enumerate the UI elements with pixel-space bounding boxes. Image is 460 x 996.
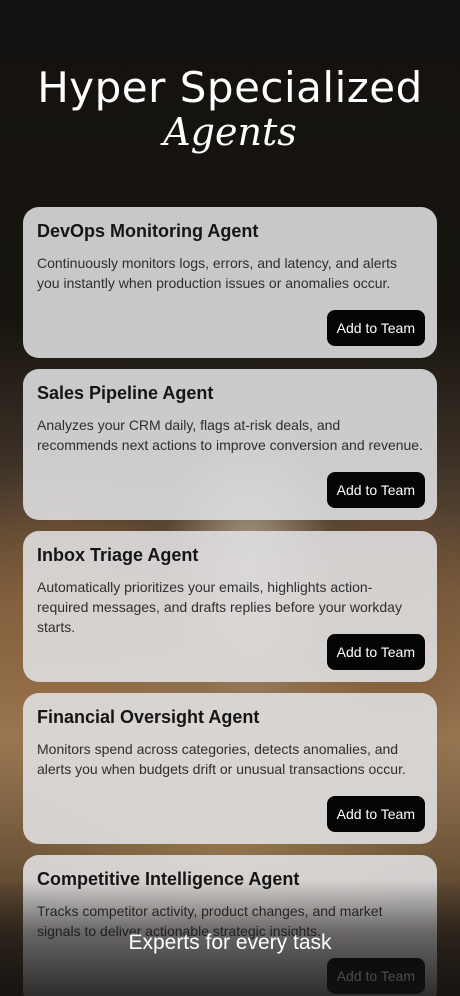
agent-card-title: Inbox Triage Agent xyxy=(37,545,199,565)
hero-header: Hyper Specialized Agents xyxy=(0,60,460,152)
agent-card-title: DevOps Monitoring Agent xyxy=(37,221,259,241)
agent-card-sales-pipeline: Sales Pipeline Agent Analyzes your CRM d… xyxy=(23,369,437,520)
footer-tagline: Experts for every task xyxy=(128,931,332,954)
agent-card-description: Monitors spend across categories, detect… xyxy=(37,741,406,777)
add-to-team-button[interactable]: Add to Team xyxy=(326,796,425,832)
agent-card-title: Sales Pipeline Agent xyxy=(37,383,214,403)
add-to-team-button[interactable]: Add to Team xyxy=(326,310,425,346)
add-to-team-button[interactable]: Add to Team xyxy=(326,958,425,994)
agent-card-description: Automatically prioritizes your emails, h… xyxy=(37,579,402,635)
hero-title: Hyper Specialized xyxy=(37,63,423,112)
hero-subtitle: Agents xyxy=(163,110,297,154)
agent-card-inbox-triage: Inbox Triage Agent Automatically priorit… xyxy=(23,531,437,682)
agent-card-list: DevOps Monitoring Agent Continuously mon… xyxy=(23,207,437,996)
agent-card-description: Continuously monitors logs, errors, and … xyxy=(37,255,398,291)
app-screen: Hyper Specialized Agents DevOps Monitori… xyxy=(0,0,460,996)
agent-card-financial-oversight: Financial Oversight Agent Monitors spend… xyxy=(23,693,437,844)
agent-card-title: Financial Oversight Agent xyxy=(37,707,260,727)
add-to-team-button[interactable]: Add to Team xyxy=(326,472,425,508)
agent-card-devops: DevOps Monitoring Agent Continuously mon… xyxy=(23,207,437,358)
agent-card-competitive-intelligence: Competitive Intelligence Agent Tracks co… xyxy=(23,855,437,996)
agent-card-title: Competitive Intelligence Agent xyxy=(37,869,300,889)
agent-card-description: Analyzes your CRM daily, flags at-risk d… xyxy=(37,417,423,453)
add-to-team-button[interactable]: Add to Team xyxy=(326,634,425,670)
